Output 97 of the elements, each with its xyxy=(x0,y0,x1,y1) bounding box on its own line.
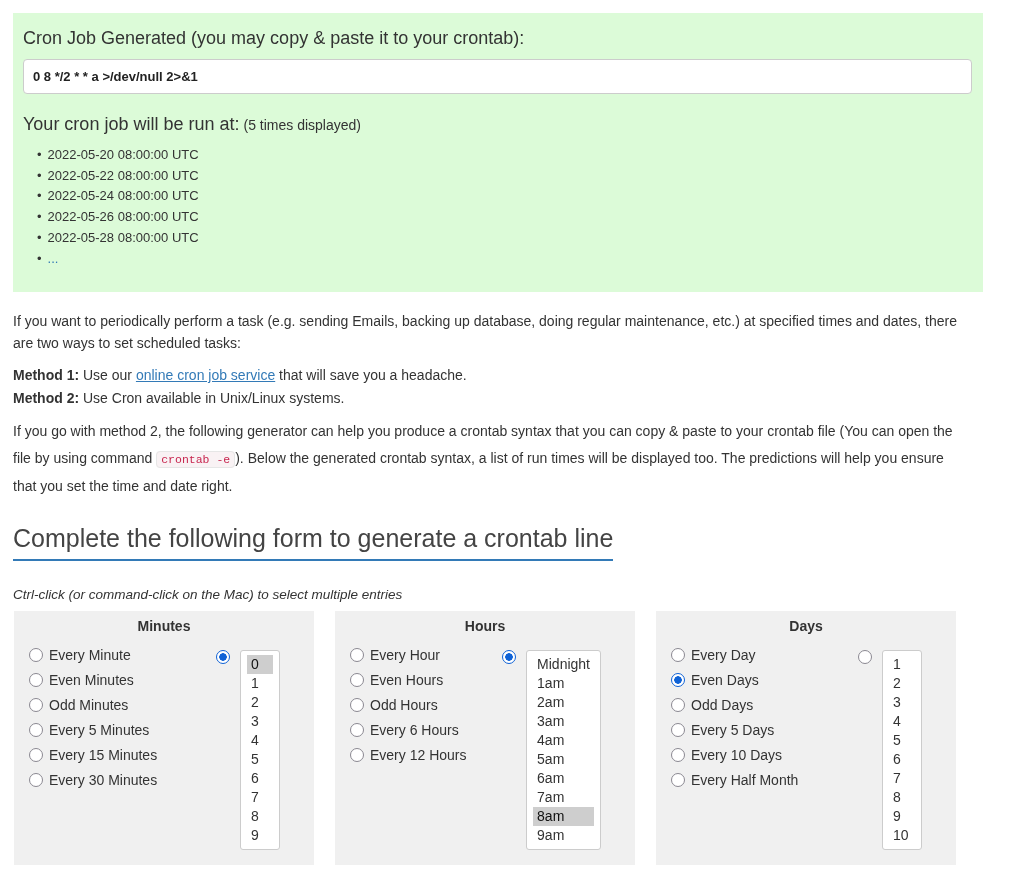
run-time-item: 2022-05-20 08:00:00 UTC xyxy=(47,146,199,164)
list-option[interactable]: 3am xyxy=(533,711,594,731)
list-option[interactable]: 1 xyxy=(247,673,273,693)
list-option[interactable]: 5 xyxy=(889,730,915,750)
list-bullet: • xyxy=(37,187,42,206)
radio-icon[interactable] xyxy=(502,649,517,664)
list-option[interactable]: 4am xyxy=(533,730,594,750)
panel-title: Hours xyxy=(463,617,507,634)
radio-option[interactable]: Every Minute xyxy=(29,642,158,668)
method-line: Method 2: Use Cron available in Unix/Linux systems. xyxy=(13,389,346,408)
list-option[interactable]: Midnight xyxy=(533,654,594,674)
list-option[interactable]: 9 xyxy=(247,825,273,845)
list-option[interactable]: 1 xyxy=(889,654,915,674)
run-time-item: 2022-05-28 08:00:00 UTC xyxy=(47,228,199,247)
radio-option[interactable]: Every 5 Minutes xyxy=(29,717,158,743)
generator-paragraph: If you go with method 2, the following generator can help you produce a crontab syntax that you can copy & paste to your crontab file (You can open the file by using command crontab -e ). Below the generated crontab syntax, a list of run times will be displayed too. The predictions will help you ensure that you set the time and date right. xyxy=(13,422,954,496)
list-option[interactable]: 3 xyxy=(247,711,273,731)
radio-option[interactable]: Every 15 Minutes xyxy=(29,742,158,768)
list-option[interactable]: 2am xyxy=(533,692,594,712)
list-bullet: • xyxy=(37,249,42,268)
list-option[interactable]: 1am xyxy=(533,673,594,693)
list-option[interactable]: 7 xyxy=(889,768,915,788)
list-option[interactable]: 5 xyxy=(247,749,273,769)
radio-option[interactable]: Even Hours xyxy=(350,667,467,693)
radio-option[interactable]: Every 12 Hours xyxy=(350,742,467,768)
more-run-times: ... xyxy=(47,249,59,268)
intro-paragraph: If you want to periodically perform a task (e.g. sending Emails, backing up database, doing regular maintenance, etc.) at specified times and dates, there are two ways to set scheduled tasks: xyxy=(13,312,958,353)
radio-icon[interactable] xyxy=(671,698,685,712)
radio-icon[interactable] xyxy=(858,649,872,664)
run-times-note: (5 times displayed) xyxy=(243,117,361,133)
radio-icon[interactable] xyxy=(29,748,43,762)
radio-icon[interactable] xyxy=(29,773,43,787)
run-time-item: 2022-05-22 08:00:00 UTC xyxy=(47,166,199,185)
form-heading: Complete the following form to generate a crontab line xyxy=(13,523,614,561)
list-bullet: • xyxy=(37,166,42,185)
radio-icon[interactable] xyxy=(350,698,364,712)
list-option[interactable]: 7am xyxy=(533,787,594,807)
list-bullet: • xyxy=(37,146,42,164)
radio-option[interactable]: Every 10 Days xyxy=(671,742,799,768)
command-field[interactable]: 0 8 */2 * * a >/dev/null 2>&1 xyxy=(23,59,972,94)
radio-option[interactable]: Every 30 Minutes xyxy=(29,767,158,793)
radio-icon[interactable] xyxy=(29,648,43,662)
service-link[interactable]: online cron job service xyxy=(135,367,276,383)
list-option[interactable]: 10 xyxy=(889,825,915,845)
list-option[interactable]: 6 xyxy=(247,768,273,788)
radio-icon[interactable] xyxy=(671,673,685,687)
panel-title: Minutes xyxy=(136,617,192,634)
radio-option[interactable]: Every 5 Days xyxy=(671,717,799,743)
radio-icon[interactable] xyxy=(29,673,43,687)
generated-title: Cron Job Generated (you may copy & paste it to your crontab): xyxy=(23,28,526,49)
multi-select-list[interactable]: 1 2 3 4 5 6 7 8 9 10 xyxy=(882,649,922,850)
run-times-title: Your cron job will be run at: xyxy=(23,114,240,134)
list-option[interactable]: 8 xyxy=(889,787,915,807)
radio-icon[interactable] xyxy=(671,648,685,662)
radio-option[interactable]: Odd Minutes xyxy=(29,692,158,718)
list-option[interactable]: 2 xyxy=(247,692,273,712)
list-option[interactable]: 4 xyxy=(889,711,915,731)
radio-icon[interactable] xyxy=(350,723,364,737)
radio-icon[interactable] xyxy=(29,723,43,737)
list-option[interactable]: 3 xyxy=(889,692,915,712)
radio-option[interactable]: Odd Hours xyxy=(350,692,467,718)
radio-icon[interactable] xyxy=(216,649,230,664)
radio-option[interactable]: Every Half Month xyxy=(671,767,799,793)
list-option[interactable]: 8am xyxy=(533,806,594,826)
radio-option[interactable]: Every 6 Hours xyxy=(350,717,467,743)
list-bullet: • xyxy=(37,228,42,247)
radio-option[interactable]: Every Hour xyxy=(350,642,467,668)
radio-icon[interactable] xyxy=(671,748,685,762)
inline-code: crontab -e xyxy=(156,450,236,468)
method-line: Method 1: Use our online cron job service that will save you a headache. xyxy=(13,366,468,385)
radio-icon[interactable] xyxy=(350,648,364,662)
run-time-item: 2022-05-26 08:00:00 UTC xyxy=(47,208,199,227)
list-option[interactable]: 6am xyxy=(533,768,594,788)
run-time-item: 2022-05-24 08:00:00 UTC xyxy=(47,187,199,206)
radio-icon[interactable] xyxy=(350,748,364,762)
list-option[interactable]: 6 xyxy=(889,749,915,769)
radio-option[interactable]: Even Minutes xyxy=(29,667,158,693)
radio-option[interactable]: Every Day xyxy=(671,642,799,668)
radio-icon[interactable] xyxy=(671,723,685,737)
list-option[interactable]: 8 xyxy=(247,806,273,826)
radio-icon[interactable] xyxy=(350,673,364,687)
radio-icon[interactable] xyxy=(671,773,685,787)
list-option[interactable]: 7 xyxy=(247,787,273,807)
list-option[interactable]: 0 xyxy=(247,654,273,674)
radio-option[interactable]: Odd Days xyxy=(671,692,799,718)
list-option[interactable]: 2 xyxy=(889,673,915,693)
multi-select-list[interactable]: Midnight 1am 2am 3am 4am 5am 6am 7am 8am 9am xyxy=(526,649,601,850)
list-option[interactable]: 9 xyxy=(889,806,915,826)
list-bullet: • xyxy=(37,208,42,227)
multi-select-list[interactable]: 0 1 2 3 4 5 6 7 8 9 xyxy=(240,649,280,850)
hint-text: Ctrl-click (or command-click on the Mac) to select multiple entries xyxy=(13,586,404,602)
list-option[interactable]: 9am xyxy=(533,825,594,845)
radio-icon[interactable] xyxy=(29,698,43,712)
panel-title: Days xyxy=(788,617,824,634)
radio-option[interactable]: Even Days xyxy=(671,667,799,693)
list-option[interactable]: 5am xyxy=(533,749,594,769)
list-option[interactable]: 4 xyxy=(247,730,273,750)
